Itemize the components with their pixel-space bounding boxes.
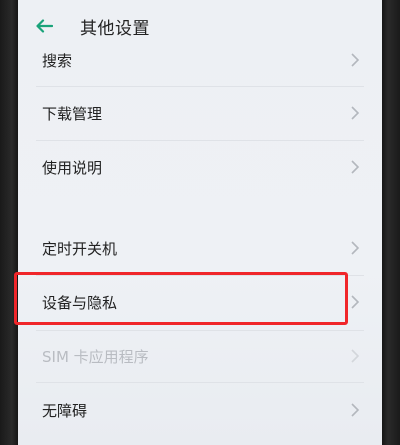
- divider: [36, 86, 364, 87]
- setting-download-management[interactable]: 下载管理: [18, 91, 382, 135]
- setting-sim-apps: SIM 卡应用程序: [18, 334, 382, 378]
- page-title: 其他设置: [80, 19, 150, 39]
- divider: [36, 140, 364, 141]
- setting-label: 无障碍: [42, 402, 88, 420]
- setting-instructions[interactable]: 使用说明: [18, 145, 382, 189]
- divider: [36, 330, 364, 331]
- setting-scheduled-power[interactable]: 定时开关机: [18, 226, 382, 270]
- setting-search[interactable]: 搜索: [18, 38, 382, 82]
- chevron-right-icon: [351, 295, 360, 309]
- back-arrow-icon: [36, 19, 53, 33]
- setting-label: 定时开关机: [42, 240, 118, 258]
- setting-label: SIM 卡应用程序: [42, 348, 149, 366]
- chevron-right-icon: [351, 349, 360, 363]
- chevron-right-icon: [351, 160, 360, 174]
- back-button[interactable]: [32, 14, 56, 38]
- setting-label: 下载管理: [42, 105, 103, 123]
- divider: [36, 382, 364, 383]
- setting-label: 搜索: [42, 52, 73, 70]
- chevron-right-icon: [351, 403, 360, 417]
- setting-accessibility[interactable]: 无障碍: [18, 388, 382, 432]
- chevron-right-icon: [351, 241, 360, 255]
- setting-label: 使用说明: [42, 159, 103, 177]
- chevron-right-icon: [351, 53, 360, 67]
- settings-screen: 其他设置 搜索 下载管理 使用说明 定时开关机 设备与隐私 SIM 卡应用程序 …: [18, 0, 382, 445]
- highlight-box: [14, 272, 348, 325]
- chevron-right-icon: [351, 106, 360, 120]
